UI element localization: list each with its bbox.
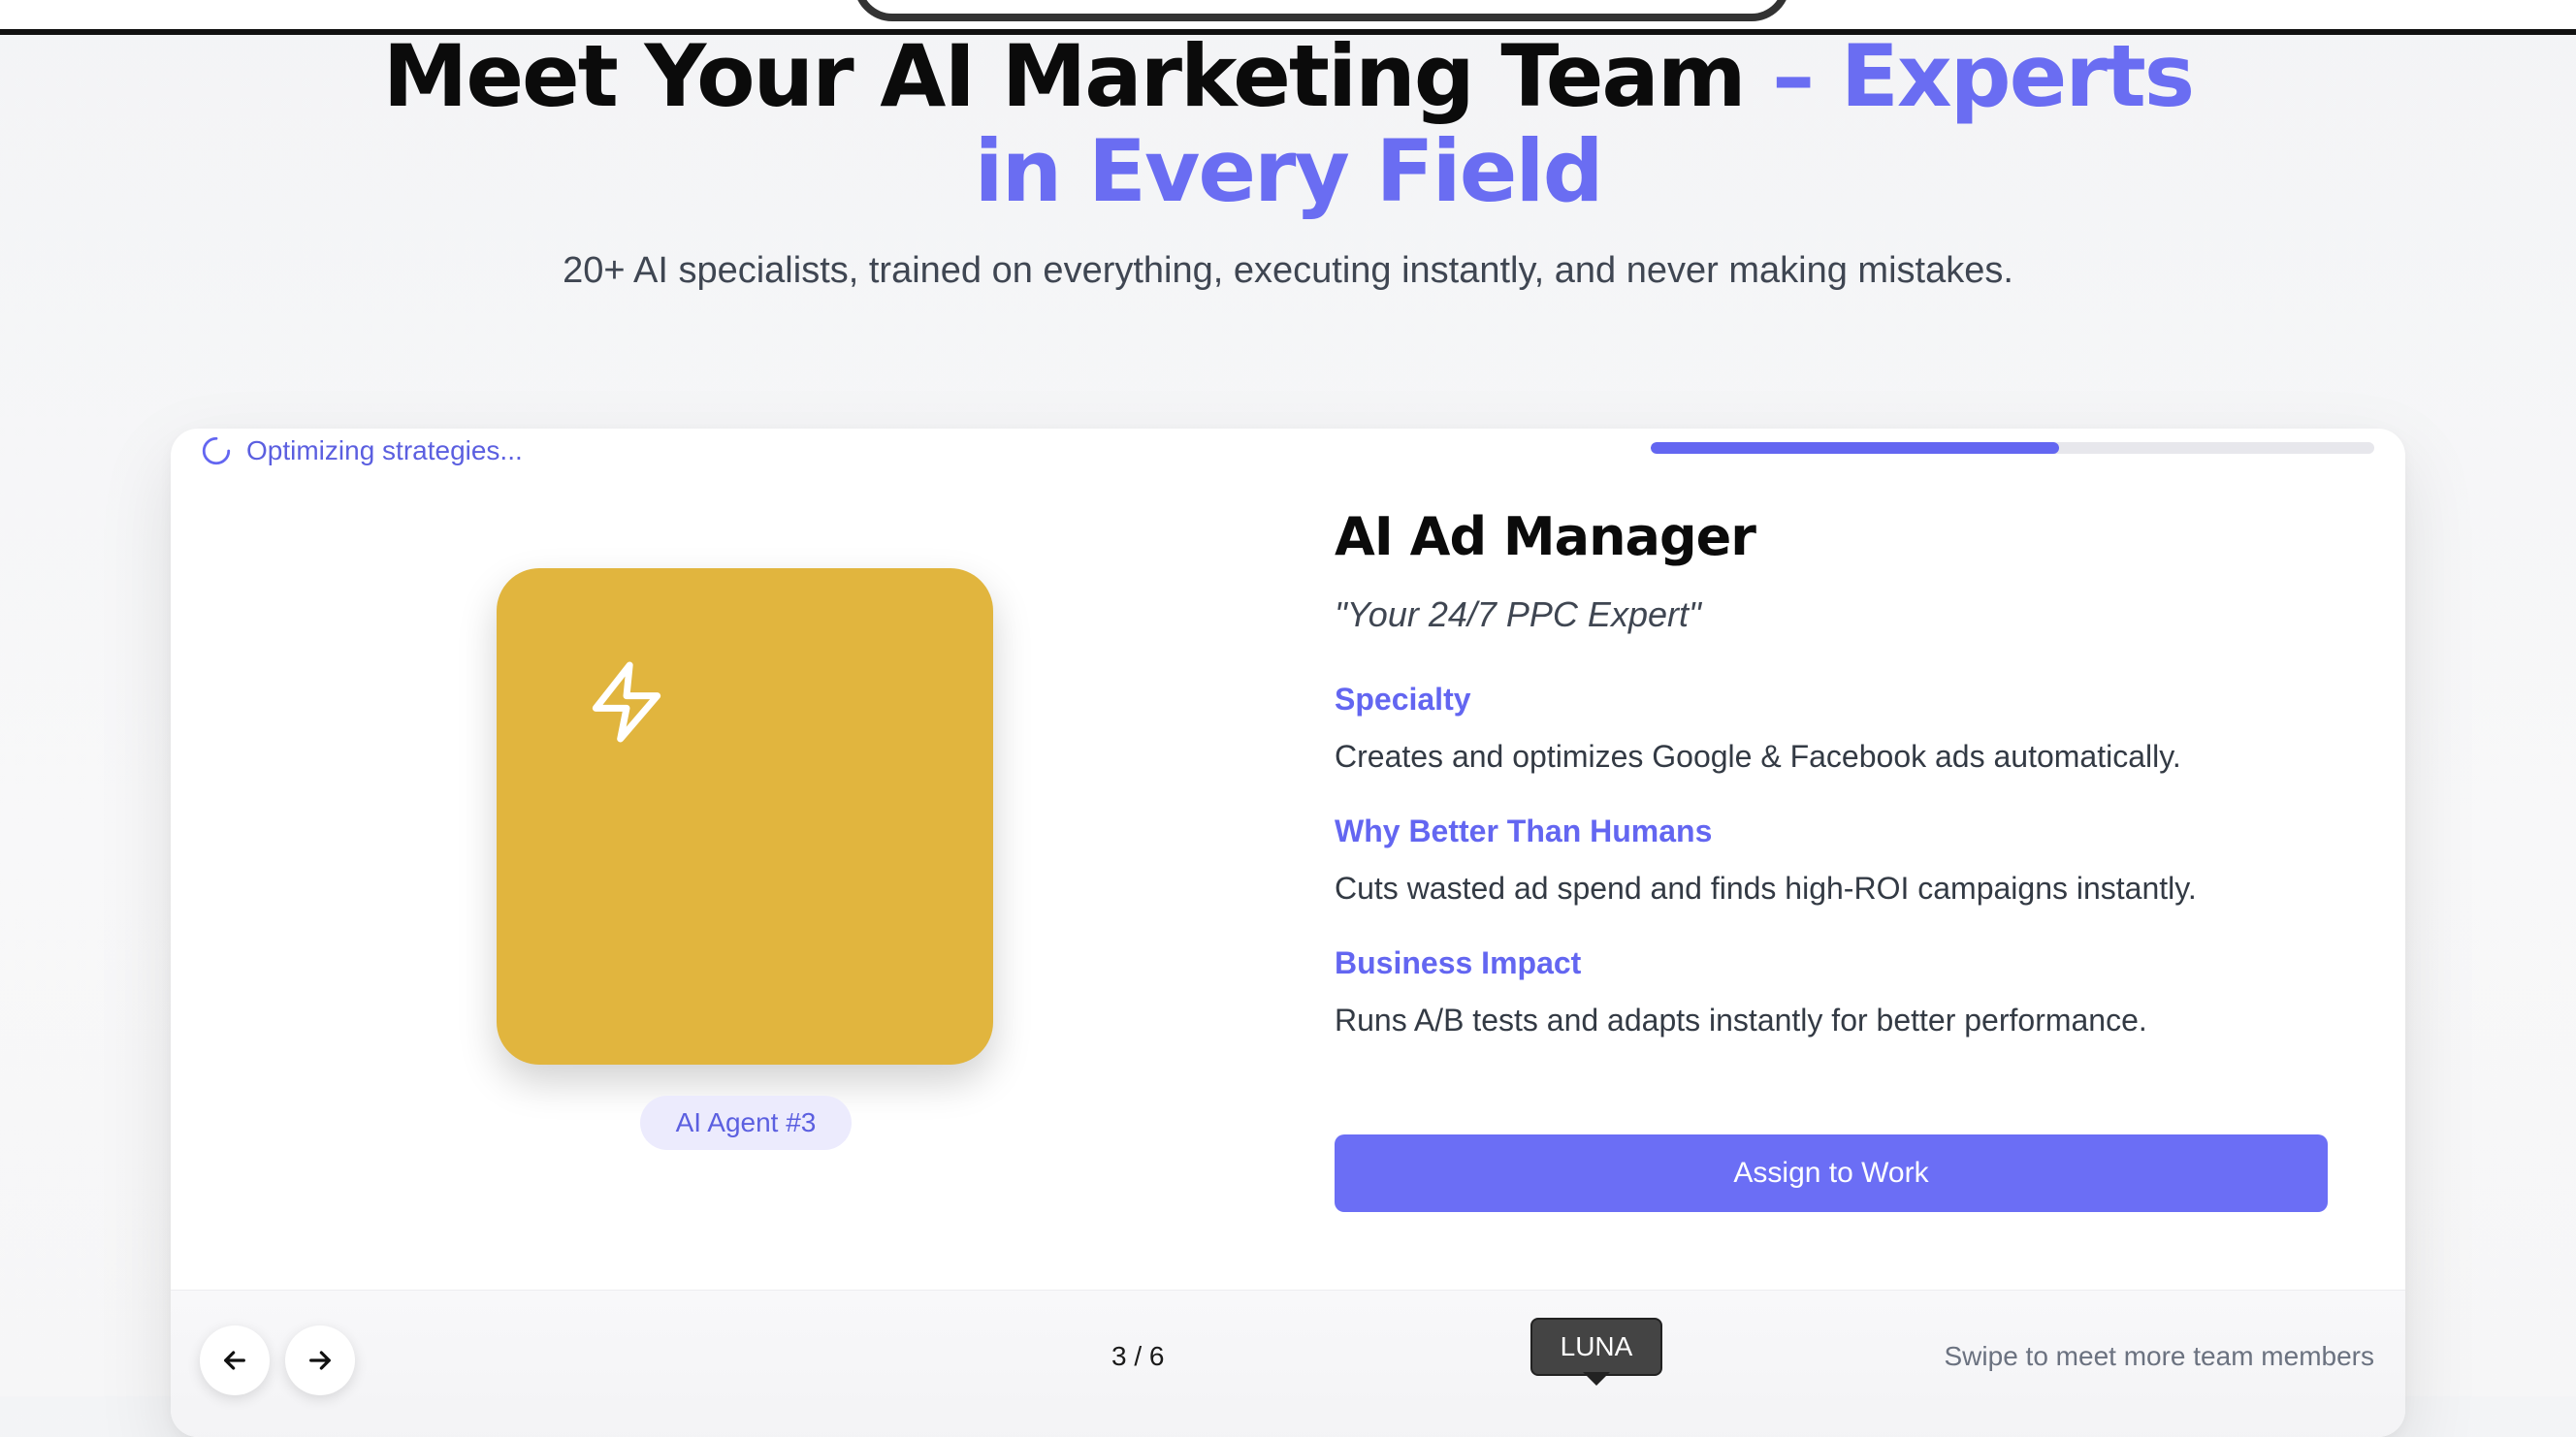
- status-indicator: Optimizing strategies...: [200, 434, 523, 467]
- agent-title: AI Ad Manager: [1335, 506, 1756, 567]
- swipe-hint: Swipe to meet more team members: [1944, 1341, 2375, 1371]
- status-text: Optimizing strategies...: [246, 435, 523, 465]
- hero-title-accent-2: in Every Field: [974, 121, 1603, 221]
- arrow-left-icon: [224, 1351, 245, 1370]
- business-impact-text: Runs A/B tests and adapts instantly for …: [1335, 1003, 2147, 1038]
- tooltip-arrow: [1583, 1372, 1610, 1386]
- why-better-text: Cuts wasted ad spend and finds high-ROI …: [1335, 871, 2197, 906]
- next-agent-button[interactable]: [285, 1325, 355, 1395]
- arrow-right-icon: [309, 1351, 331, 1370]
- specialty-section: Specialty Creates and optimizes Google &…: [1335, 682, 2334, 775]
- business-impact-heading: Business Impact: [1335, 945, 1582, 980]
- agent-name-tooltip: LUNA: [1530, 1318, 1662, 1376]
- lightning-bolt-icon: [592, 661, 661, 743]
- agent-number-badge: AI Agent #3: [640, 1096, 852, 1150]
- previous-agent-button[interactable]: [200, 1325, 270, 1395]
- why-better-heading: Why Better Than Humans: [1335, 814, 1713, 848]
- business-impact-section: Business Impact Runs A/B tests and adapt…: [1335, 945, 2334, 1038]
- agent-card: Optimizing strategies... AI Agent #3 AI …: [171, 429, 2405, 1437]
- agent-tagline: "Your 24/7 PPC Expert": [1335, 594, 1701, 634]
- loading-spinner-icon: [202, 436, 231, 465]
- top-pill-frame: [853, 0, 1790, 21]
- assign-to-work-button[interactable]: Assign to Work: [1335, 1134, 2328, 1212]
- hero-title-main: Meet Your AI Marketing Team: [382, 26, 1747, 126]
- agent-info: AI Ad Manager "Your 24/7 PPC Expert" Spe…: [1335, 506, 2334, 1038]
- hero-title-accent-1: – Experts: [1744, 26, 2195, 126]
- agent-avatar: [497, 568, 993, 1065]
- slide-counter: 3 / 6: [1111, 1341, 1165, 1371]
- specialty-text: Creates and optimizes Google & Facebook …: [1335, 739, 2181, 774]
- progress-bar: [1651, 442, 2374, 454]
- why-better-section: Why Better Than Humans Cuts wasted ad sp…: [1335, 814, 2334, 907]
- progress-bar-fill: [1651, 442, 2060, 454]
- specialty-heading: Specialty: [1335, 682, 1471, 717]
- hero-subtitle: 20+ AI specialists, trained on everythin…: [563, 250, 2013, 291]
- hero-title: Meet Your AI Marketing Team – Experts in…: [0, 29, 2576, 219]
- carousel-footer: 3 / 6 LUNA Swipe to meet more team membe…: [171, 1290, 2405, 1437]
